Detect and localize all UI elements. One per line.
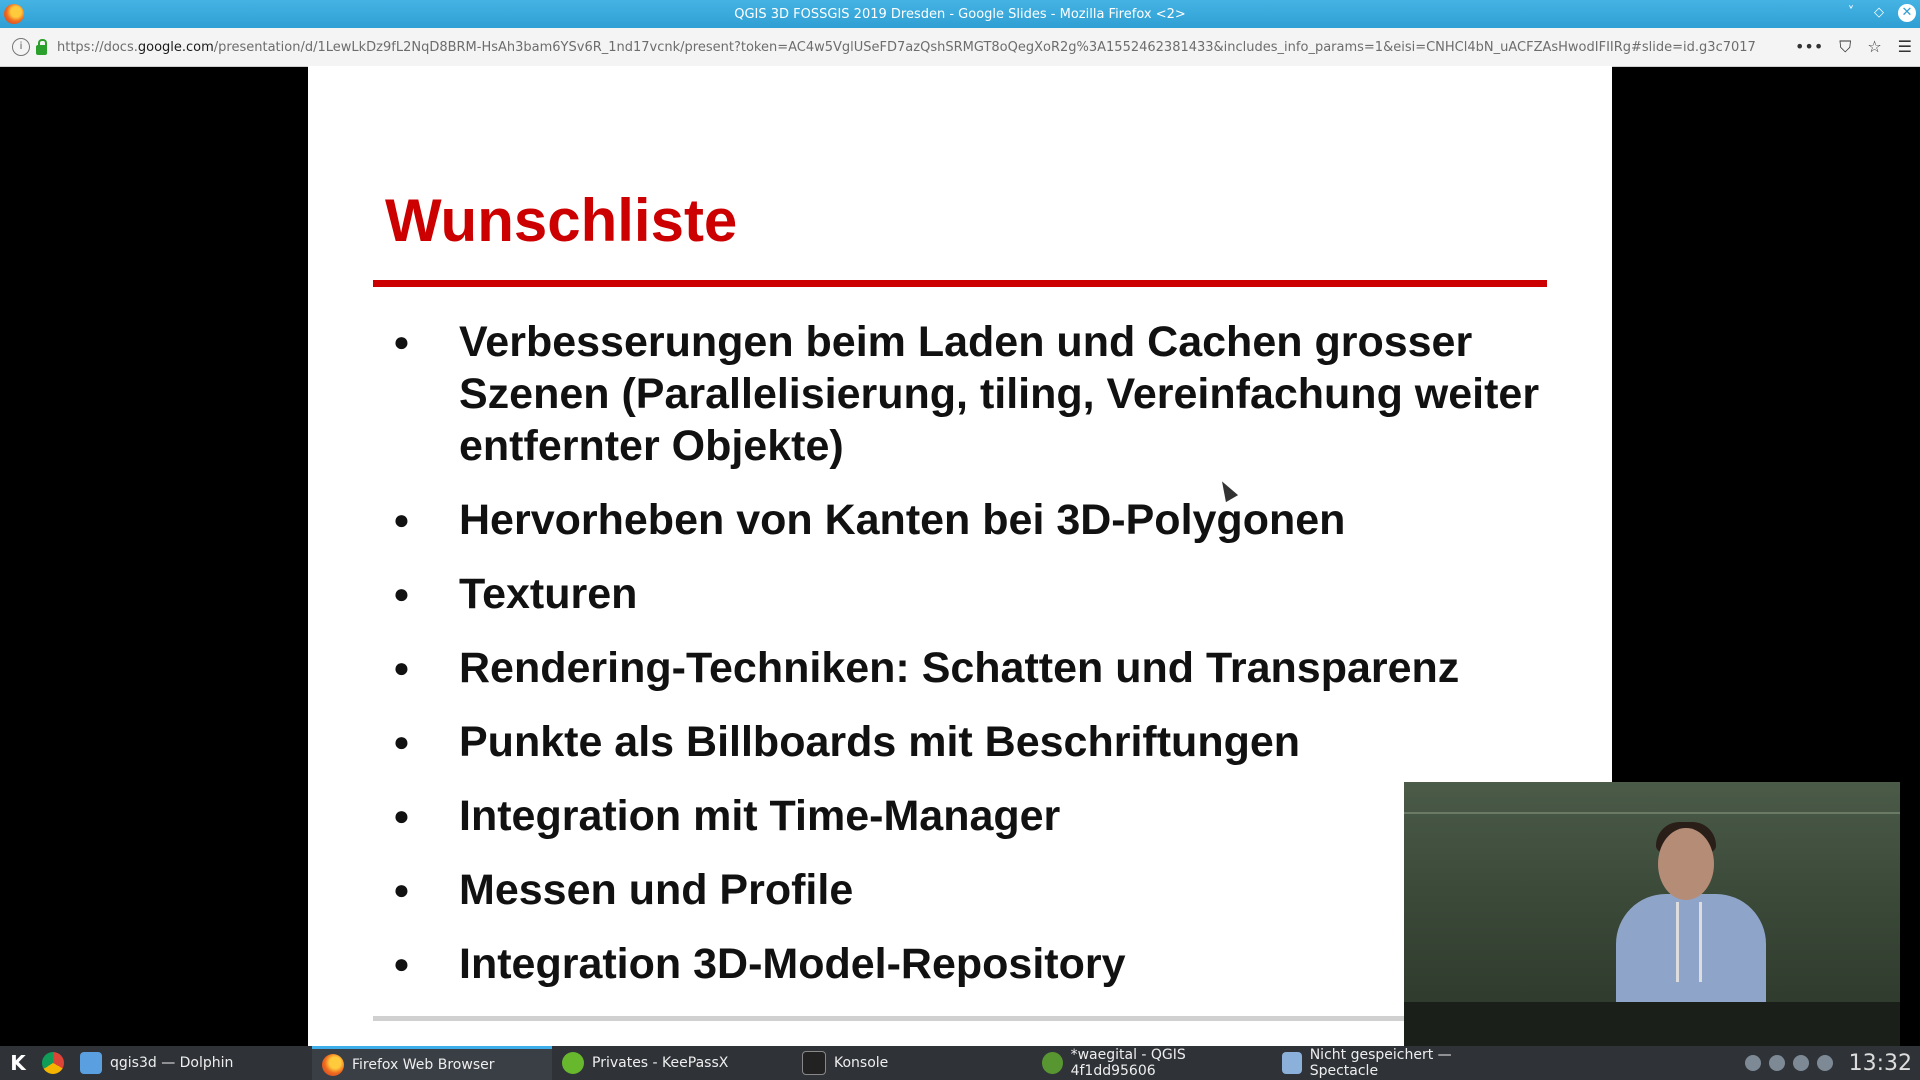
menu-icon[interactable]: ☰	[1898, 37, 1912, 57]
bullet-item: Texturen	[393, 568, 1543, 620]
tray-status-icon[interactable]	[1744, 1055, 1761, 1071]
firefox-icon	[322, 1053, 344, 1076]
window-titlebar: QGIS 3D FOSSGIS 2019 Dresden - Google Sl…	[0, 0, 1920, 28]
spectacle-icon	[1282, 1052, 1302, 1074]
urlbar-actions: ••• ⛉ ☆ ☰	[1795, 37, 1912, 57]
task-label: Nicht gespeichert — Spectacle	[1309, 1047, 1452, 1079]
keepassx-icon	[562, 1052, 584, 1074]
task-keepassx[interactable]: Privates - KeePassX	[552, 1046, 792, 1080]
bullet-list: Verbesserungen beim Laden und Cachen gro…	[393, 316, 1543, 1012]
task-firefox[interactable]: Firefox Web Browser	[312, 1046, 552, 1080]
clock[interactable]: 13:32	[1849, 1051, 1912, 1076]
bullet-item: Punkte als Billboards mit Beschriftungen	[393, 716, 1543, 768]
footer-divider	[373, 1016, 1547, 1021]
bullet-item: Integration 3D-Model-Repository	[393, 938, 1543, 990]
tray-volume-icon[interactable]	[1816, 1055, 1833, 1071]
qgis-icon	[1042, 1052, 1063, 1074]
chalkboard-edge	[1404, 812, 1900, 814]
window-title: QGIS 3D FOSSGIS 2019 Dresden - Google Sl…	[734, 6, 1186, 22]
kde-launcher-icon[interactable]: K	[6, 1051, 30, 1075]
lanyard	[1676, 902, 1702, 982]
taskbar: K qgis3d — Dolphin Firefox Web Browser P…	[0, 1046, 1920, 1080]
maximize-button[interactable]: ◇	[1870, 4, 1888, 22]
pocket-icon[interactable]: ⛉	[1839, 37, 1851, 57]
page-actions-icon[interactable]: •••	[1795, 37, 1823, 57]
chrome-icon[interactable]	[42, 1052, 64, 1074]
task-konsole[interactable]: Konsole	[792, 1046, 1032, 1080]
bullet-item: Integration mit Time-Manager	[393, 790, 1543, 842]
tray-network-icon[interactable]	[1792, 1055, 1809, 1071]
task-label: Konsole	[834, 1055, 889, 1071]
title-divider	[373, 280, 1547, 287]
address-bar[interactable]: i https://docs.google.com/presentation/d…	[0, 28, 1920, 67]
task-qgis[interactable]: *waegital - QGIS 4f1dd95606	[1032, 1046, 1272, 1080]
task-label: Firefox Web Browser	[352, 1056, 495, 1073]
bullet-item: Verbesserungen beim Laden und Cachen gro…	[393, 316, 1543, 472]
task-dolphin[interactable]: qgis3d — Dolphin	[70, 1046, 312, 1080]
url-field[interactable]: https://docs.google.com/presentation/d/1…	[57, 40, 1757, 55]
tray-chrome-icon[interactable]	[1768, 1055, 1785, 1071]
bookmark-star-icon[interactable]: ☆	[1867, 37, 1881, 57]
window-controls: ˅ ◇ ✕	[1842, 4, 1916, 22]
url-host: google.com	[137, 39, 214, 55]
task-label: Privates - KeePassX	[592, 1055, 729, 1071]
system-tray: 13:32	[1744, 1046, 1920, 1080]
dolphin-icon	[80, 1052, 102, 1074]
bullet-item: Rendering-Techniken: Schatten und Transp…	[393, 642, 1543, 694]
speaker-head	[1658, 828, 1714, 900]
task-label: *waegital - QGIS 4f1dd95606	[1070, 1047, 1186, 1079]
info-icon[interactable]: i	[12, 38, 30, 56]
minimize-button[interactable]: ˅	[1842, 4, 1860, 22]
url-prefix: https://docs.	[57, 39, 138, 55]
speaker-video	[1404, 782, 1900, 1052]
konsole-icon	[802, 1051, 826, 1075]
url-path: /presentation/d/1LewLkDz9fL2NqD8BRM-HsAh…	[213, 39, 1757, 55]
task-spectacle[interactable]: Nicht gespeichert — Spectacle	[1272, 1046, 1512, 1080]
bullet-item: Messen und Profile	[393, 864, 1543, 916]
close-button[interactable]: ✕	[1898, 4, 1916, 22]
bullet-item: Hervorheben von Kanten bei 3D-Polygonen	[393, 494, 1543, 546]
task-label: qgis3d — Dolphin	[110, 1055, 234, 1071]
lock-icon[interactable]	[36, 38, 47, 55]
firefox-logo-icon	[4, 4, 24, 24]
slide-title: Wunschliste	[385, 187, 738, 254]
lecture-desk	[1404, 1002, 1900, 1052]
